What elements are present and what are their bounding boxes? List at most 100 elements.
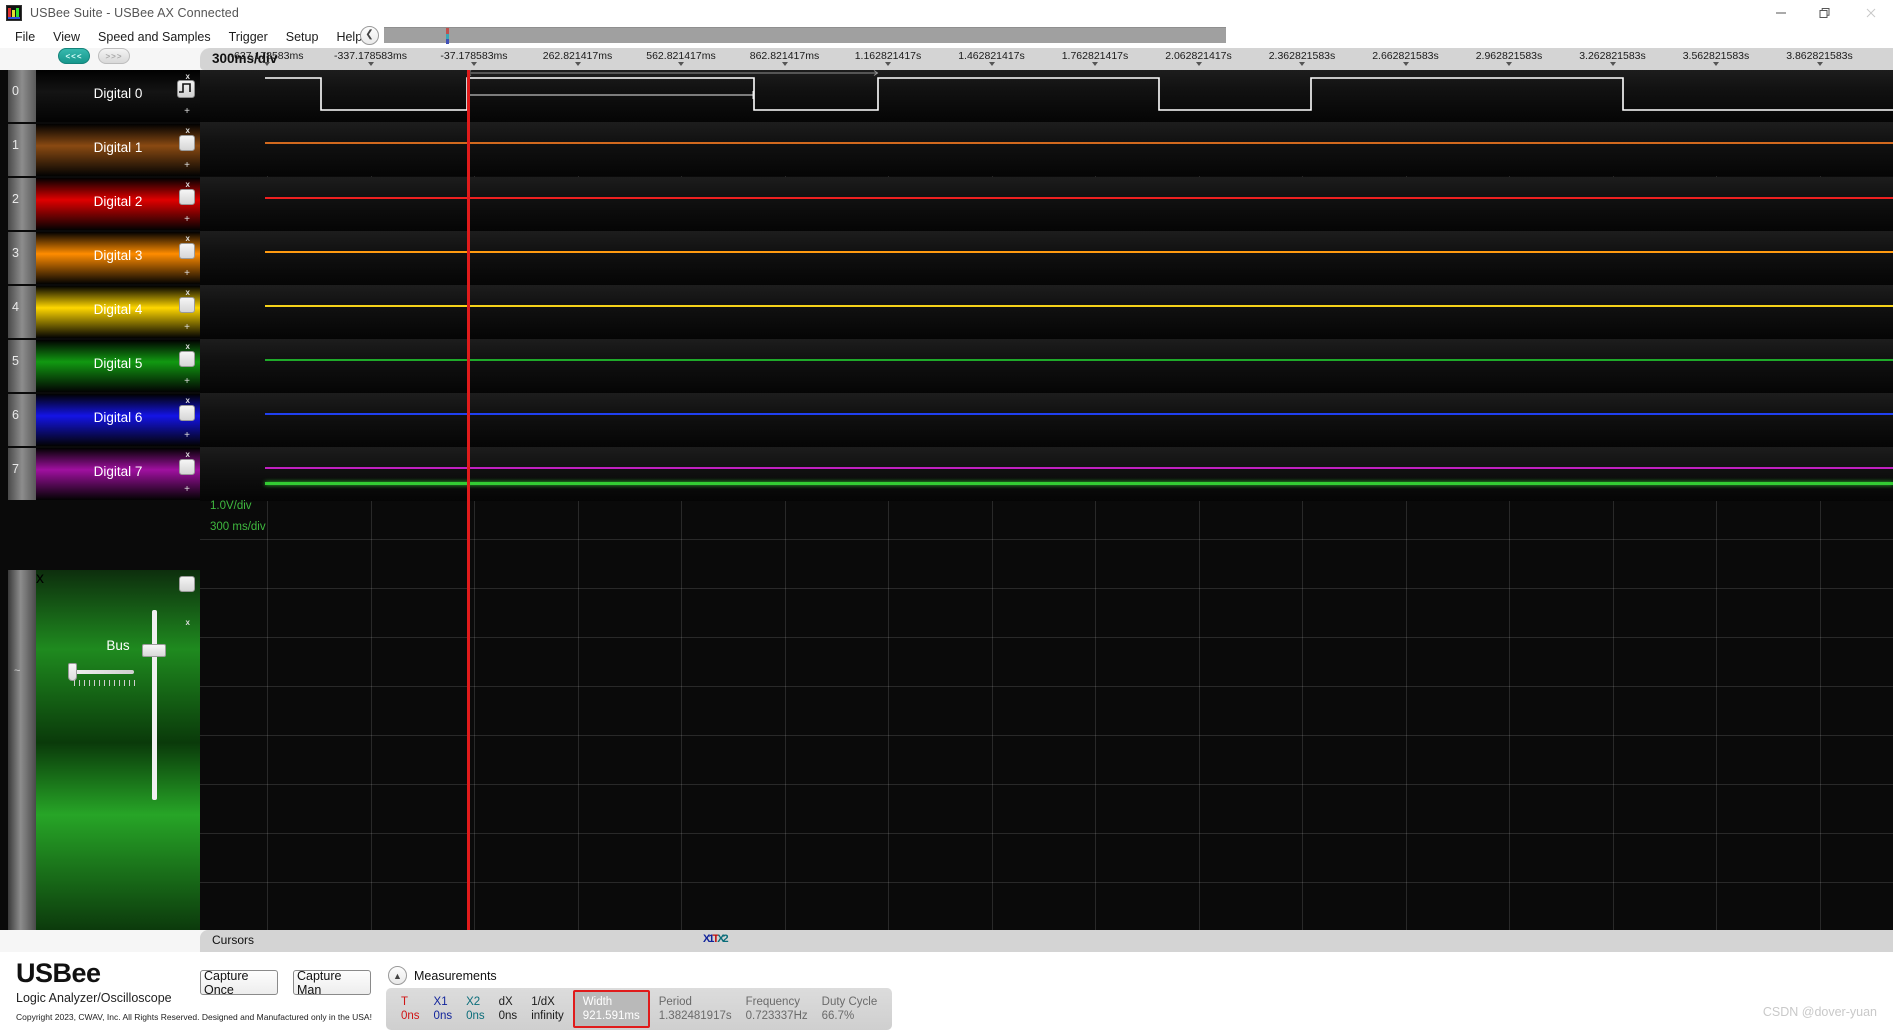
measurement-value: 1.382481917s bbox=[658, 1010, 732, 1022]
cursors-bar[interactable]: Cursors X1TX2 bbox=[200, 930, 1893, 952]
menu-trigger[interactable]: Trigger bbox=[220, 28, 277, 46]
channel-enable-checkbox-4[interactable] bbox=[179, 297, 195, 313]
menu-speed-and-samples[interactable]: Speed and Samples bbox=[89, 28, 220, 46]
timeline-ruler[interactable]: 300ms/div -637.178583ms -337.178583ms -37.… bbox=[200, 48, 1893, 70]
menu-file[interactable]: File bbox=[6, 28, 44, 46]
chevron-left-icon[interactable]: ❮ bbox=[360, 25, 379, 45]
zoom-out-button[interactable]: <<< bbox=[58, 48, 90, 64]
trigger-rising-edge-icon[interactable] bbox=[177, 80, 195, 98]
channel-enable-checkbox-2[interactable] bbox=[179, 189, 195, 205]
bus-close-icon[interactable]: x bbox=[186, 618, 190, 627]
cursor-markers[interactable]: X1TX2 bbox=[703, 933, 729, 945]
trigger-cursor-line[interactable] bbox=[467, 70, 470, 930]
channel-enable-checkbox-6[interactable] bbox=[179, 405, 195, 421]
timeline-tick-mark bbox=[678, 62, 684, 66]
channel-enable-checkbox-1[interactable] bbox=[179, 135, 195, 151]
capture-man-button[interactable]: Capture Man bbox=[293, 970, 371, 995]
restore-icon[interactable] bbox=[1803, 0, 1848, 26]
channel-add-icon-4[interactable]: + bbox=[184, 322, 190, 333]
channel-body-7[interactable]: x Digital 7 + bbox=[36, 448, 200, 500]
bus-resize-handle-icon[interactable]: ~ bbox=[14, 665, 20, 677]
channel-row-3[interactable]: 3 x Digital 3 + bbox=[0, 232, 200, 284]
channel-close-icon-1[interactable]: x bbox=[186, 126, 190, 135]
waveform-lane[interactable] bbox=[200, 339, 1893, 393]
channel-close-icon-4[interactable]: x bbox=[186, 288, 190, 297]
timeline-tick-mark bbox=[1299, 62, 1305, 66]
grid-line-horizontal bbox=[200, 784, 1893, 785]
channel-body-2[interactable]: x Digital 2 + bbox=[36, 178, 200, 230]
bus-extra-close-icon[interactable]: x bbox=[36, 570, 44, 587]
measurement-header: dX bbox=[498, 996, 513, 1008]
measurement-1-dx[interactable]: 1/dX infinity bbox=[524, 988, 571, 1030]
waveform-lane[interactable] bbox=[200, 122, 1893, 176]
measurement-x1[interactable]: X1 0ns bbox=[427, 988, 460, 1030]
channel-close-icon-6[interactable]: x bbox=[186, 396, 190, 405]
measurement-frequency[interactable]: Frequency 0.723337Hz bbox=[739, 988, 815, 1030]
channel-row-7[interactable]: 7 x Digital 7 + bbox=[0, 448, 200, 500]
minimize-icon[interactable] bbox=[1758, 0, 1803, 26]
channel-add-icon-3[interactable]: + bbox=[184, 268, 190, 279]
time-per-div-note: 300 ms/div bbox=[210, 521, 266, 533]
timeline-tick-label: 262.821417ms bbox=[542, 50, 613, 62]
measurement-x2[interactable]: X2 0ns bbox=[459, 988, 492, 1030]
channel-add-icon-7[interactable]: + bbox=[184, 484, 190, 495]
channel-row-1[interactable]: 1 x Digital 1 + bbox=[0, 124, 200, 176]
channel-close-icon-5[interactable]: x bbox=[186, 342, 190, 351]
channel-enable-checkbox-3[interactable] bbox=[179, 243, 195, 259]
bus-handle[interactable] bbox=[8, 570, 36, 930]
capture-once-button[interactable]: Capture Once bbox=[200, 970, 278, 995]
channel-body-0[interactable]: x Digital 0 + bbox=[36, 70, 200, 122]
waveform-plot-area[interactable]: 1.0V/div 300 ms/div bbox=[200, 70, 1893, 930]
width-measurement-span bbox=[467, 91, 754, 99]
channel-row-4[interactable]: 4 x Digital 4 + bbox=[0, 286, 200, 338]
waveform-lane[interactable] bbox=[200, 231, 1893, 285]
timeline-tick-label: 2.962821583s bbox=[1475, 50, 1543, 62]
signal-trace-7 bbox=[265, 467, 1893, 469]
channel-add-icon-1[interactable]: + bbox=[184, 160, 190, 171]
waveform-lane[interactable] bbox=[200, 177, 1893, 231]
horizontal-scrollbar[interactable] bbox=[384, 27, 1226, 44]
channel-body-3[interactable]: x Digital 3 + bbox=[36, 232, 200, 284]
bus-enable-checkbox[interactable] bbox=[179, 576, 195, 592]
waveform-lane-background bbox=[200, 231, 1893, 285]
channel-row-5[interactable]: 5 x Digital 5 + bbox=[0, 340, 200, 392]
bus-body[interactable]: x Bus x bbox=[36, 570, 200, 930]
channel-body-5[interactable]: x Digital 5 + bbox=[36, 340, 200, 392]
bus-channel-panel[interactable]: x Bus x ~ bbox=[0, 570, 200, 930]
channel-add-icon-5[interactable]: + bbox=[184, 376, 190, 387]
measurement-period[interactable]: Period 1.382481917s bbox=[652, 988, 739, 1030]
close-icon[interactable] bbox=[1848, 0, 1893, 26]
channel-body-4[interactable]: x Digital 4 + bbox=[36, 286, 200, 338]
channel-close-icon-2[interactable]: x bbox=[186, 180, 190, 189]
channel-add-icon-2[interactable]: + bbox=[184, 214, 190, 225]
channel-body-6[interactable]: x Digital 6 + bbox=[36, 394, 200, 446]
cursor-marker-x2[interactable]: X2 bbox=[717, 933, 729, 945]
signal-trace-4 bbox=[265, 305, 1893, 307]
channel-add-icon-6[interactable]: + bbox=[184, 430, 190, 441]
chevron-up-icon[interactable]: ▲ bbox=[388, 966, 407, 985]
waveform-lane[interactable] bbox=[200, 285, 1893, 339]
channel-row-0[interactable]: 0 x Digital 0 + bbox=[0, 70, 200, 122]
channel-enable-checkbox-5[interactable] bbox=[179, 351, 195, 367]
channel-body-1[interactable]: x Digital 1 + bbox=[36, 124, 200, 176]
measurement-width[interactable]: Width 921.591ms bbox=[572, 990, 650, 1028]
measurement-dx[interactable]: dX 0ns bbox=[492, 988, 525, 1030]
timeline-tick-mark bbox=[1816, 62, 1823, 66]
bus-vertical-slider[interactable] bbox=[152, 610, 157, 800]
channel-close-icon-7[interactable]: x bbox=[186, 450, 190, 459]
menu-view[interactable]: View bbox=[44, 28, 89, 46]
channel-close-icon-3[interactable]: x bbox=[186, 234, 190, 243]
window-controls bbox=[1758, 0, 1893, 26]
measurement-duty-cycle[interactable]: Duty Cycle 66.7% bbox=[815, 988, 885, 1030]
waveform-lane[interactable] bbox=[200, 447, 1893, 501]
channel-enable-checkbox-7[interactable] bbox=[179, 459, 195, 475]
measurement-t[interactable]: T 0ns bbox=[394, 988, 427, 1030]
zoom-in-button[interactable]: >>> bbox=[98, 48, 130, 64]
menu-setup[interactable]: Setup bbox=[277, 28, 328, 46]
waveform-lane[interactable] bbox=[200, 393, 1893, 447]
bus-vertical-slider-thumb[interactable] bbox=[142, 644, 166, 657]
channel-add-icon-0[interactable]: + bbox=[184, 106, 190, 117]
channel-row-2[interactable]: 2 x Digital 2 + bbox=[0, 178, 200, 230]
channel-row-6[interactable]: 6 x Digital 6 + bbox=[0, 394, 200, 446]
bus-gain-slider[interactable] bbox=[74, 670, 134, 674]
